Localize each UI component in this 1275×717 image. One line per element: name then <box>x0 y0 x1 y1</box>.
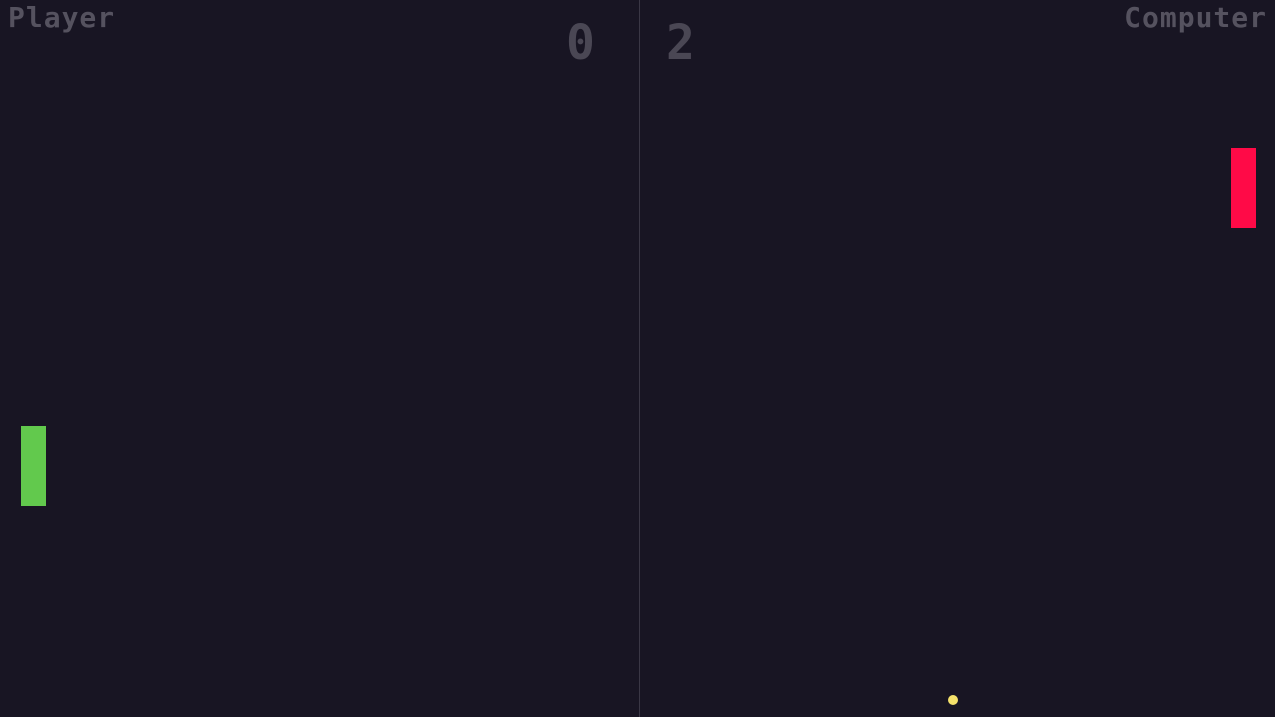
player-score: 0 <box>566 15 595 71</box>
player-paddle[interactable] <box>21 426 46 506</box>
pong-court: Player Computer 0 2 <box>0 0 1275 717</box>
computer-score: 2 <box>666 15 695 71</box>
computer-paddle <box>1231 148 1256 228</box>
center-net-line <box>639 0 640 717</box>
computer-label: Computer <box>1124 1 1267 34</box>
player-label: Player <box>8 1 116 34</box>
ball <box>948 695 958 705</box>
